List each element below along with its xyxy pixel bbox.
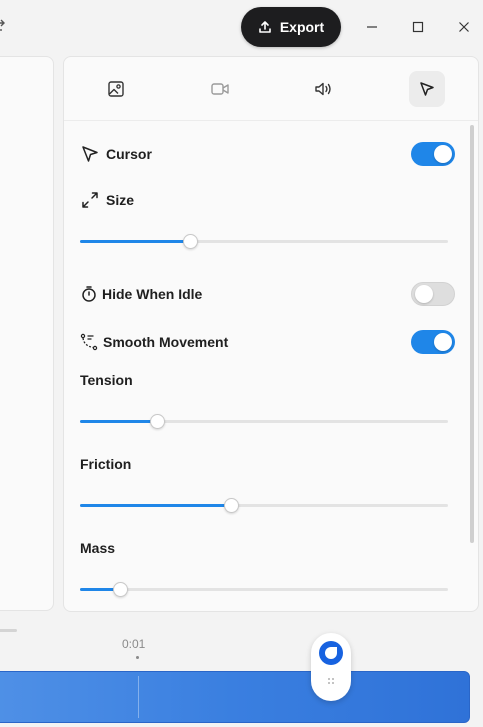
cursor-pointer-icon [82, 146, 98, 162]
preview-panel [0, 56, 54, 632]
close-icon [459, 22, 469, 32]
drag-grip-icon [328, 678, 334, 684]
settings-scrollbar[interactable] [470, 125, 474, 543]
hide-when-idle-label: Hide When Idle [102, 286, 203, 302]
cursor-label: Cursor [106, 146, 152, 162]
image-icon [108, 81, 124, 97]
upload-icon [259, 21, 271, 33]
minimize-button[interactable] [359, 14, 385, 40]
smooth-movement-label: Smooth Movement [103, 334, 229, 350]
mass-label: Mass [80, 540, 116, 556]
timeline-time-label: 0:01 [122, 637, 146, 651]
preview-scrollbar[interactable] [0, 629, 17, 632]
timeline-clip[interactable] [0, 671, 470, 723]
maximize-icon [412, 21, 424, 33]
close-button[interactable] [451, 14, 477, 40]
hide-when-idle-toggle[interactable] [411, 282, 455, 306]
video-camera-icon [211, 83, 229, 95]
cursor-toggle[interactable] [411, 142, 455, 166]
playhead-handle[interactable] [311, 633, 351, 701]
export-button[interactable]: Export [241, 7, 341, 47]
tab-image[interactable] [98, 71, 134, 107]
size-slider-thumb[interactable] [183, 234, 199, 249]
minimize-icon [367, 26, 377, 28]
cursor-marker-icon [325, 647, 337, 659]
tab-audio[interactable] [305, 71, 341, 107]
settings-panel: Cursor Size Hide When Idle Smooth Moveme… [63, 56, 479, 612]
speaker-icon [315, 82, 331, 96]
arrow-right-icon[interactable] [0, 18, 8, 34]
smooth-movement-toggle[interactable] [411, 330, 455, 354]
title-bar: Export [0, 0, 483, 54]
size-label: Size [106, 192, 135, 208]
tension-slider-thumb[interactable] [150, 414, 166, 429]
tension-label: Tension [80, 372, 133, 388]
friction-slider[interactable] [80, 497, 448, 513]
maximize-button[interactable] [405, 14, 431, 40]
tab-cursor[interactable] [409, 71, 445, 107]
mass-slider-thumb[interactable] [113, 582, 129, 597]
playhead-circle [319, 641, 343, 665]
cursor-pointer-icon [420, 82, 434, 96]
stopwatch-icon [82, 286, 96, 302]
curve-path-icon [80, 333, 98, 351]
friction-slider-thumb[interactable] [223, 498, 239, 513]
tension-slider[interactable] [80, 413, 448, 429]
timeline-tick [136, 656, 139, 659]
tab-video[interactable] [202, 71, 238, 107]
clip-divider [138, 676, 139, 718]
settings-tabbar [64, 57, 478, 121]
expand-arrows-icon [82, 192, 98, 208]
export-button-label: Export [279, 19, 325, 35]
mass-slider[interactable] [80, 581, 448, 597]
friction-label: Friction [80, 456, 132, 472]
size-slider[interactable] [80, 233, 448, 249]
